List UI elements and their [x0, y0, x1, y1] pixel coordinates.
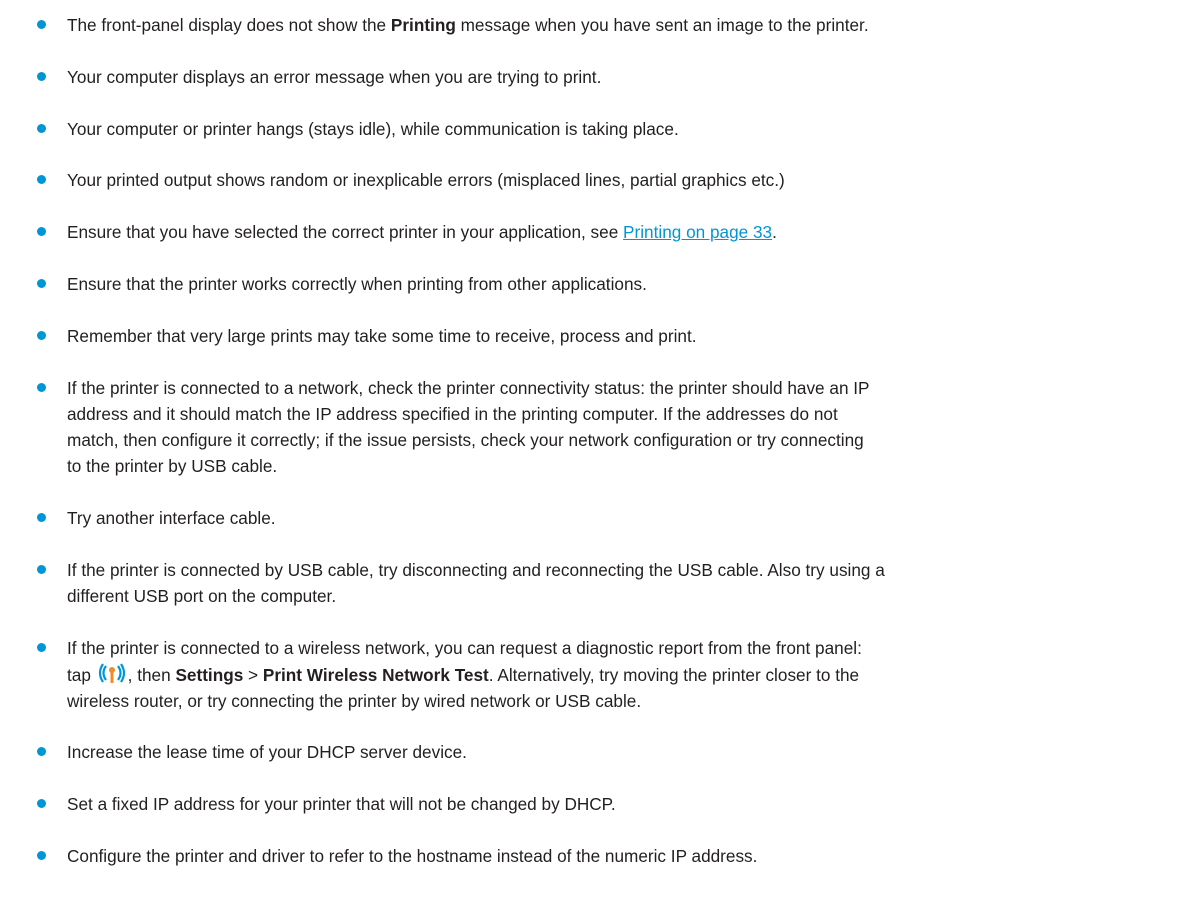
list-item-text: Remember that very large prints may take…	[67, 326, 697, 346]
list-item-text: Ensure that the printer works correctly …	[67, 274, 647, 294]
bold-term-printing: Printing	[390, 15, 456, 35]
wireless-icon	[96, 661, 127, 687]
list-item-text: Your computer displays an error message …	[67, 67, 602, 87]
list-item-text: Your printed output shows random or inex…	[67, 170, 785, 190]
list-item-text: If the printer is connected to a wireles…	[67, 638, 862, 711]
bold-term-settings: Settings	[175, 665, 244, 685]
list-item-text: If the printer is connected to a network…	[67, 378, 870, 476]
bullet-icon	[37, 799, 46, 808]
list-item-text: The front-panel display does not show th…	[67, 15, 391, 35]
list-item-text: .	[772, 222, 777, 242]
bullet-icon	[37, 72, 46, 81]
bullet-icon	[37, 124, 46, 133]
bullet-icon	[37, 565, 46, 574]
list-item-text: message when you have sent an image to t…	[455, 15, 869, 35]
troubleshooting-list: The front-panel display does not show th…	[0, 0, 1204, 899]
bullet-icon	[37, 331, 46, 340]
bullet-icon	[37, 383, 46, 392]
list-item-text: Increase the lease time of your DHCP ser…	[67, 742, 467, 762]
bullet-icon	[37, 643, 46, 652]
list-item-text: Your computer or printer hangs (stays id…	[67, 119, 679, 139]
list-item-text: Ensure that you have selected the correc…	[67, 222, 624, 242]
list-item-text: Set a fixed IP address for your printer …	[67, 794, 616, 814]
bullet-icon	[37, 747, 46, 756]
list-item-text: Try another interface cable.	[67, 508, 276, 528]
list-item-text: Configure the printer and driver to refe…	[67, 846, 758, 866]
bullet-icon	[37, 279, 46, 288]
bullet-icon	[37, 175, 46, 184]
bullet-icon	[37, 513, 46, 522]
bullet-icon	[37, 227, 46, 236]
bullet-icon	[37, 20, 46, 29]
bold-term-print-wireless-network-test: Print Wireless Network Test	[262, 665, 489, 685]
printing-page-link[interactable]: Printing on page 33	[623, 222, 772, 242]
bullet-icon	[37, 851, 46, 860]
list-item-text: If the printer is connected by USB cable…	[67, 560, 885, 606]
